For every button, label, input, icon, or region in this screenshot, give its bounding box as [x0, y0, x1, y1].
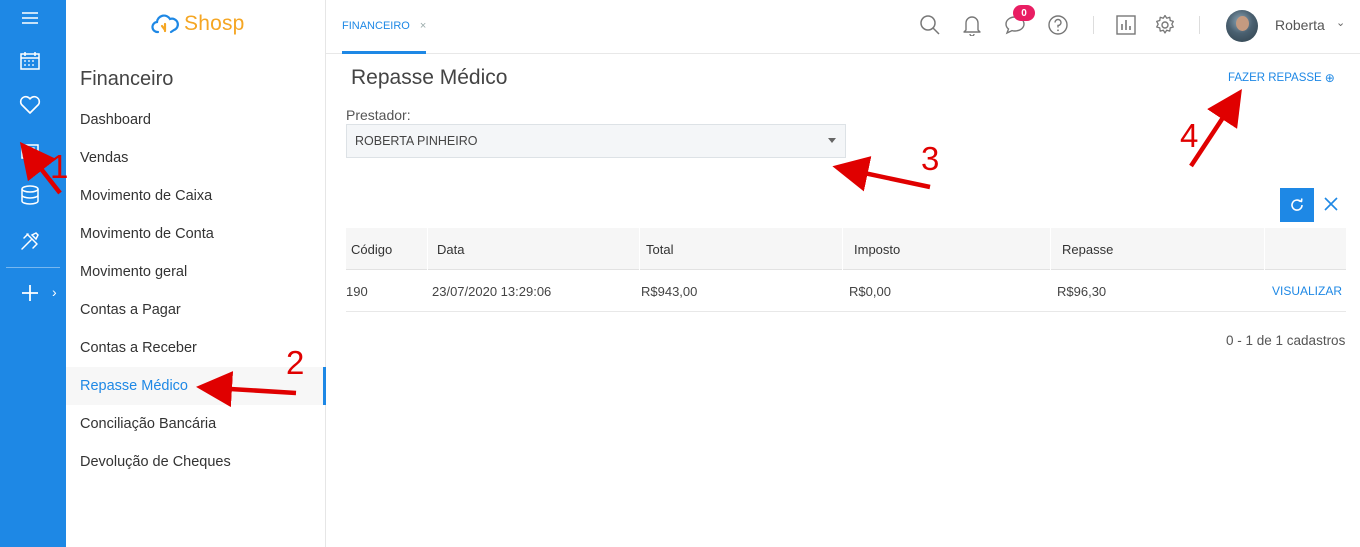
user-name[interactable]: Roberta — [1275, 17, 1325, 33]
cell-total: R$943,00 — [641, 283, 698, 299]
column-header-data[interactable]: Data — [432, 228, 640, 270]
page-title: Repasse Médico — [351, 66, 508, 89]
help-button[interactable] — [1046, 13, 1070, 37]
avatar[interactable] — [1226, 10, 1258, 42]
reports-button[interactable] — [1114, 13, 1138, 37]
annotation-label-2: 2 — [286, 344, 305, 381]
sidebar-item-contas-pagar[interactable]: Contas a Pagar — [66, 291, 325, 329]
plus-icon — [22, 285, 38, 301]
chevron-down-icon[interactable]: ⌄ — [1336, 16, 1345, 29]
sidebar-title: Financeiro — [80, 68, 174, 90]
tab-label: FINANCEIRO — [342, 19, 410, 32]
calendar-icon — [20, 52, 40, 70]
sidebar-item-conciliacao-bancaria[interactable]: Conciliação Bancária — [66, 405, 325, 443]
finance-icon — [21, 144, 39, 159]
rail-add-button[interactable] — [0, 275, 60, 311]
settings-button[interactable] — [1153, 13, 1177, 37]
fazer-repasse-label: FAZER REPASSE — [1228, 72, 1322, 84]
fazer-repasse-button[interactable]: FAZER REPASSE ⊕ — [1228, 71, 1335, 85]
rail-calendar-button[interactable] — [0, 43, 60, 79]
repasse-table: Código Data Total Imposto Repasse 190 23… — [346, 228, 1346, 312]
annotation-arrow-3 — [832, 156, 931, 192]
prestador-label: Prestador: — [346, 107, 411, 123]
column-header-codigo[interactable]: Código — [346, 228, 428, 270]
report-icon — [1116, 15, 1136, 35]
plus-circle-icon: ⊕ — [1324, 71, 1335, 85]
close-icon — [1324, 197, 1338, 211]
sidebar-item-devolucao-cheques[interactable]: Devolução de Cheques — [66, 443, 325, 481]
rail-menu-button[interactable] — [0, 0, 60, 36]
gear-icon — [1156, 14, 1174, 34]
prestador-select[interactable]: ROBERTA PINHEIRO — [346, 124, 846, 158]
help-icon — [1048, 15, 1068, 35]
search-icon — [920, 15, 940, 35]
column-header-imposto[interactable]: Imposto — [849, 228, 1051, 270]
table-header: Código Data Total Imposto Repasse — [346, 228, 1346, 270]
sidebar-item-dashboard[interactable]: Dashboard — [66, 101, 325, 139]
caret-down-icon — [828, 138, 836, 143]
cloud-logo-icon — [151, 14, 179, 34]
annotation-label-4: 4 — [1180, 117, 1199, 154]
pagination-info: 0 - 1 de 1 cadastros — [1226, 333, 1346, 348]
tab-close-icon[interactable]: × — [420, 20, 426, 32]
sidebar-item-vendas[interactable]: Vendas — [66, 139, 325, 177]
sidebar-item-movimento-caixa[interactable]: Movimento de Caixa — [66, 177, 325, 215]
cell-repasse: R$96,30 — [1057, 283, 1107, 299]
annotation-label-1: 1 — [50, 148, 69, 185]
cell-codigo: 190 — [346, 283, 368, 299]
topbar-divider — [1199, 16, 1200, 34]
visualizar-link[interactable]: VISUALIZAR — [1272, 270, 1342, 312]
prestador-value: ROBERTA PINHEIRO — [355, 134, 478, 148]
database-icon — [21, 185, 39, 205]
rail-health-button[interactable] — [0, 87, 60, 123]
bell-icon — [963, 16, 981, 36]
tools-icon — [21, 232, 39, 250]
refresh-icon — [1291, 198, 1303, 211]
column-header-repasse[interactable]: Repasse — [1057, 228, 1265, 270]
column-header-total[interactable]: Total — [641, 228, 843, 270]
clear-filter-button[interactable] — [1322, 193, 1340, 215]
search-button[interactable] — [918, 13, 942, 37]
icon-rail: › — [0, 0, 66, 547]
annotation-label-3: 3 — [921, 140, 940, 177]
rail-tools-button[interactable] — [0, 223, 60, 259]
cell-data: 23/07/2020 13:29:06 — [432, 283, 552, 299]
rail-expand-chevron-icon[interactable]: › — [52, 284, 57, 300]
heart-icon — [19, 95, 41, 114]
rail-divider — [6, 267, 60, 268]
brand-name: Shosp — [184, 12, 245, 35]
refresh-button[interactable] — [1280, 188, 1314, 222]
topbar-divider — [1093, 16, 1094, 34]
top-bar: FINANCEIRO × 0 Roberta ⌄ — [326, 0, 1360, 54]
notification-badge: 0 — [1013, 5, 1035, 21]
sidebar-item-movimento-geral[interactable]: Movimento geral — [66, 253, 325, 291]
cell-imposto: R$0,00 — [849, 283, 891, 299]
sidebar-item-movimento-conta[interactable]: Movimento de Conta — [66, 215, 325, 253]
brand-logo[interactable]: Shosp — [150, 9, 245, 39]
tab-financeiro[interactable]: FINANCEIRO × — [342, 0, 426, 54]
notifications-button[interactable] — [960, 13, 984, 37]
menu-icon — [22, 12, 38, 24]
table-row: 190 23/07/2020 13:29:06 R$943,00 R$0,00 … — [346, 270, 1346, 312]
sidebar: Shosp Financeiro Dashboard Vendas Movime… — [66, 0, 326, 547]
